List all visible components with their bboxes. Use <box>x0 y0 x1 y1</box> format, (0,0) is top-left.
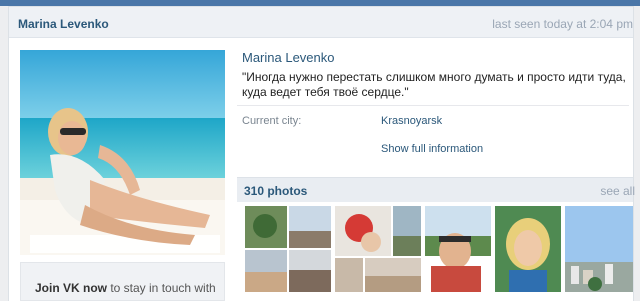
photo-thumb[interactable] <box>425 206 491 292</box>
see-all-link[interactable]: see all <box>600 184 635 198</box>
profile-card: Marina Levenko last seen today at 2:04 p… <box>8 6 635 301</box>
profile-header: Marina Levenko last seen today at 2:04 p… <box>9 7 633 38</box>
city-label: Current city: <box>242 115 302 127</box>
photos-section-header: 310 photos see all <box>237 177 635 202</box>
profile-photo[interactable] <box>20 50 225 255</box>
profile-status: "Иногда нужно перестать слишком много ду… <box>242 70 626 99</box>
photos-count-link[interactable]: 310 photos <box>244 184 307 198</box>
join-vk-bold: Join VK now <box>35 281 107 295</box>
last-seen-text: last seen today at 2:04 pm <box>492 17 633 31</box>
photo-thumb[interactable] <box>565 206 633 292</box>
show-full-info-link[interactable]: Show full information <box>381 143 483 155</box>
photo-thumb[interactable] <box>245 206 331 292</box>
header-name-link[interactable]: Marina Levenko <box>18 17 109 31</box>
photo-thumb[interactable] <box>495 206 561 292</box>
join-vk-rest: to stay in touch with <box>107 281 216 295</box>
photo-thumbnails <box>237 206 633 301</box>
join-vk-banner[interactable]: Join VK now to stay in touch with <box>20 262 225 301</box>
info-divider <box>237 105 629 106</box>
photo-thumb[interactable] <box>335 206 421 292</box>
city-link[interactable]: Krasnoyarsk <box>381 115 442 127</box>
profile-name: Marina Levenko <box>242 50 335 65</box>
join-vk-text: Join VK now to stay in touch with <box>35 281 216 295</box>
